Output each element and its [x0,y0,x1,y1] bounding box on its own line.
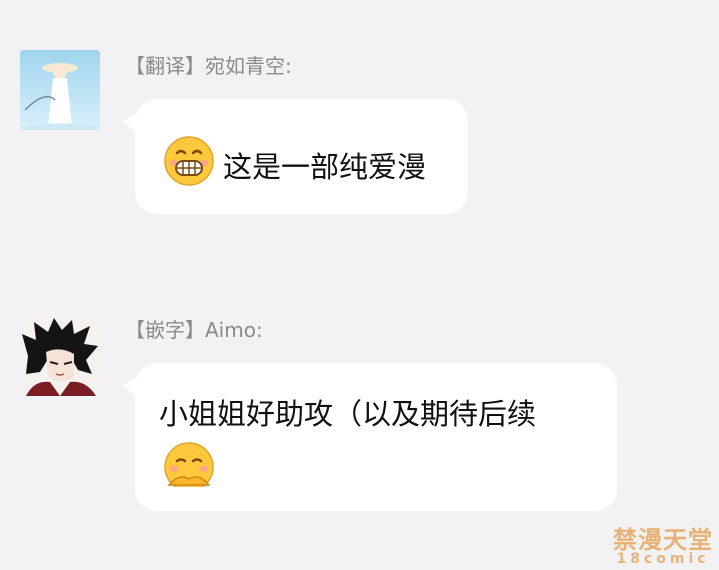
bubble-tail [122,113,136,131]
avatar[interactable] [20,50,100,130]
grinning-face-emoji-icon [163,135,215,194]
sender-name: 【翻译】宛如青空: [125,54,292,78]
girl-with-hat-avatar-image [20,50,100,130]
black-haired-boy-avatar-image [20,316,100,396]
hand-over-mouth-emoji-icon [161,441,217,494]
watermark-line2: 18comic [616,551,710,567]
message-bubble[interactable]: 这是一部纯爱漫 [122,99,468,214]
watermark-logo: 禁漫天堂 18comic [613,528,713,566]
bubble-tail [122,377,136,395]
message-text: 小姐姐好助攻（以及期待后续 [159,397,537,431]
message-text: 这是一部纯爱漫 [223,149,427,184]
avatar[interactable] [20,316,100,396]
sender-name: 【嵌字】Aimo: [125,318,263,342]
message-bubble[interactable]: 小姐姐好助攻（以及期待后续 [122,363,617,511]
watermark-line1: 禁漫天堂 [613,526,713,554]
